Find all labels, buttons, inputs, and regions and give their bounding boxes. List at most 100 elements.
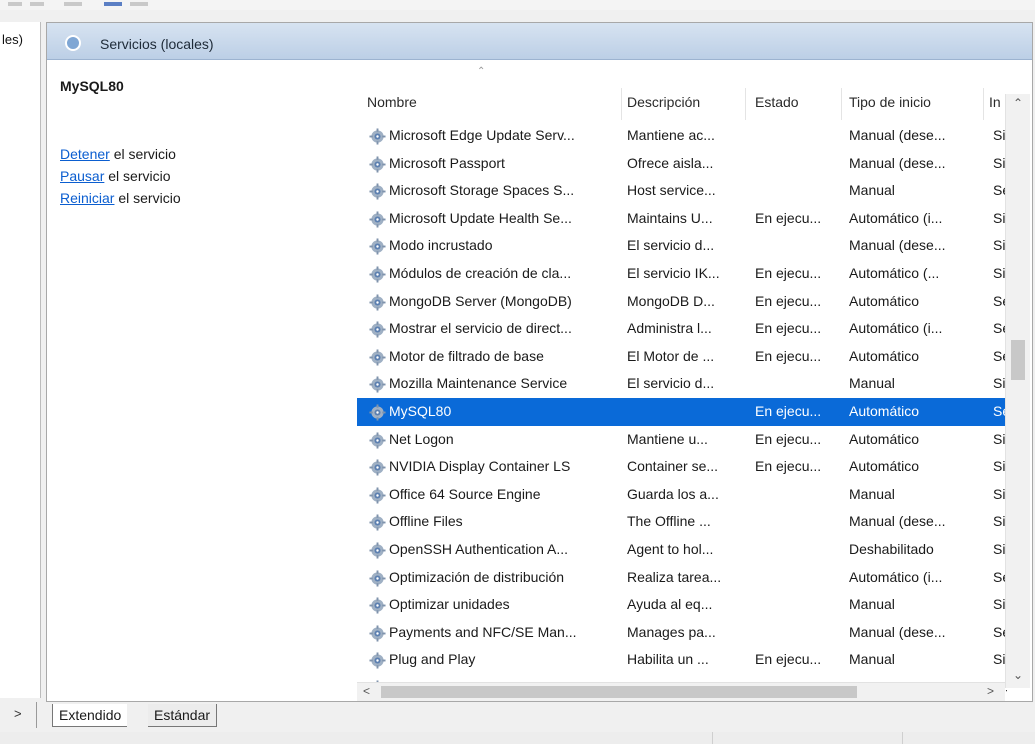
column-header-logon[interactable]: In [989, 94, 1001, 110]
table-row[interactable]: OpenSSH Authentication A... Agent to hol.… [357, 536, 1007, 564]
horizontal-scroll-thumb[interactable] [381, 686, 857, 698]
table-row[interactable]: MySQL80En ejecu...AutomáticoSe [357, 397, 1007, 426]
table-row[interactable]: Módulos de creación de cla... El servicio… [357, 260, 1007, 288]
service-status-cell [755, 591, 841, 619]
restart-service-link[interactable]: Reiniciar [60, 190, 114, 206]
vertical-scrollbar[interactable]: ⌃ ⌄ [1005, 94, 1030, 688]
tab-extendido[interactable]: Extendido [52, 704, 128, 727]
scroll-up-icon[interactable]: ⌃ [1006, 96, 1030, 110]
pause-service-link[interactable]: Pausar [60, 168, 104, 184]
service-status-cell: En ejecu... [755, 651, 822, 668]
service-name-cell: Office 64 Source Engine [389, 485, 541, 502]
service-name-cell: Optimización de distribución [389, 568, 565, 585]
service-startup-cell: Automático (... [849, 264, 940, 281]
toolbar-strip [0, 0, 1035, 10]
service-name-cell: NVIDIA Display Container LS [389, 458, 571, 475]
service-name-cell: Net Logon [389, 430, 454, 447]
service-status-cell: En ejecu... [755, 320, 822, 337]
sort-ascending-icon: ⌃ [477, 66, 486, 77]
column-divider[interactable] [621, 88, 622, 120]
table-row[interactable]: Motor de filtrado de base El Motor de ...… [357, 343, 1007, 371]
table-row[interactable]: MongoDB Server (MongoDB) MongoDB D... En e… [357, 288, 1007, 316]
service-description-cell: El servicio IK... [627, 264, 720, 281]
table-row[interactable]: Modo incrustado El servicio d... Manual (d… [357, 232, 1007, 260]
gear-icon [369, 514, 386, 531]
service-status-cell [755, 536, 841, 564]
gear-icon [369, 459, 386, 476]
scroll-right-icon[interactable]: > [987, 684, 994, 698]
column-divider[interactable] [841, 88, 842, 120]
table-row[interactable]: Payments and NFC/SE Man... Manages pa... M… [357, 619, 1007, 647]
service-description-cell: The Offline ... [627, 513, 711, 530]
gear-icon [369, 432, 386, 449]
service-name-cell: MongoDB Server (MongoDB) [389, 292, 572, 309]
service-startup-cell: Automático (i... [849, 568, 943, 585]
service-description-cell: El servicio d... [627, 237, 715, 254]
column-divider[interactable] [745, 88, 746, 120]
gear-icon [369, 625, 386, 642]
service-description-cell: Guarda los a... [627, 485, 719, 502]
column-header-description[interactable]: Descripción [627, 94, 700, 110]
service-name-cell: Optimizar unidades [389, 596, 510, 613]
service-startup-cell: Manual (dese... [849, 513, 946, 530]
service-status-cell: En ejecu... [755, 402, 822, 419]
table-row[interactable]: Optimizar unidades Ayuda al eq... Manual Si… [357, 591, 1007, 619]
gear-icon [369, 238, 386, 255]
gear-icon [369, 487, 386, 504]
service-description-cell: Ofrece aisla... [627, 154, 714, 171]
service-name-cell: Mozilla Maintenance Service [389, 375, 568, 392]
service-status-cell: En ejecu... [755, 430, 822, 447]
service-startup-cell: Automático (i... [849, 209, 943, 226]
horizontal-scrollbar[interactable]: < > [357, 682, 1005, 701]
service-name-cell: Payments and NFC/SE Man... [389, 623, 577, 640]
service-startup-cell: Automático [849, 430, 920, 447]
table-row[interactable]: Offline Files The Offline ... Manual (dese… [357, 508, 1007, 536]
gear-icon [369, 294, 386, 311]
service-status-cell: En ejecu... [755, 347, 822, 364]
tab-scroll-button[interactable]: > [14, 706, 22, 721]
service-name-cell: Mostrar el servicio de direct... [389, 320, 572, 337]
service-description-cell: Maintains U... [627, 209, 713, 226]
scroll-down-icon[interactable]: ⌄ [1006, 668, 1030, 682]
description-pane: MySQL80 Detener el servicio Pausar el se… [47, 60, 357, 700]
scroll-left-icon[interactable]: < [363, 684, 370, 698]
service-name-cell: Modo incrustado [389, 237, 493, 254]
table-row[interactable]: Net Logon Mantiene u... En ejecu... Automát… [357, 426, 1007, 454]
column-header-startup-type[interactable]: Tipo de inicio [849, 94, 931, 110]
column-header-name[interactable]: Nombre [367, 94, 417, 110]
service-startup-cell: Manual (dese... [849, 154, 946, 171]
service-startup-cell: Manual [849, 375, 895, 392]
status-bar [0, 732, 1035, 744]
service-name-cell: Motor de filtrado de base [389, 347, 544, 364]
table-row[interactable]: Optimización de distribución Realiza tare… [357, 564, 1007, 592]
tab-estandar[interactable]: Estándar [148, 704, 218, 727]
service-description-cell: MongoDB D... [627, 292, 715, 309]
service-startup-cell: Manual [849, 651, 895, 668]
stop-service-link[interactable]: Detener [60, 146, 110, 162]
table-row[interactable]: Office 64 Source Engine Guarda los a... Ma… [357, 481, 1007, 509]
table-row[interactable]: Plug and Play Habilita un ... En ejecu... M… [357, 646, 1007, 674]
service-name-cell: Microsoft Update Health Se... [389, 209, 572, 226]
table-row[interactable]: Mostrar el servicio de direct... Administ… [357, 315, 1007, 343]
gear-icon [369, 156, 386, 173]
table-row[interactable]: NVIDIA Display Container LS Container se.… [357, 453, 1007, 481]
table-row[interactable]: Microsoft Storage Spaces S... Host servic… [357, 177, 1007, 205]
service-description-cell: Administra l... [627, 320, 712, 337]
table-row[interactable]: Microsoft Passport Ofrece aisla... Manual … [357, 150, 1007, 178]
service-status-cell [755, 619, 841, 647]
column-divider[interactable] [983, 88, 984, 120]
service-description-cell: Agent to hol... [627, 540, 714, 557]
column-header-status[interactable]: Estado [755, 94, 799, 110]
table-row[interactable]: Mozilla Maintenance Service El servicio d… [357, 370, 1007, 398]
gear-icon [369, 597, 386, 614]
services-list: ⌃ Nombre Descripción Estado Tipo de inic… [357, 60, 1032, 701]
table-row[interactable]: Microsoft Edge Update Serv... Mantiene ac… [357, 122, 1007, 150]
service-status-cell [755, 177, 841, 205]
console-tree-pane[interactable]: les) [0, 22, 41, 698]
tab-divider [36, 702, 37, 728]
console-tree-label[interactable]: les) [2, 32, 23, 47]
service-description-cell: Manages pa... [627, 623, 716, 640]
vertical-scroll-thumb[interactable] [1011, 340, 1025, 380]
service-description-cell: Mantiene u... [627, 430, 708, 447]
table-row[interactable]: Microsoft Update Health Se... Maintains U… [357, 205, 1007, 233]
